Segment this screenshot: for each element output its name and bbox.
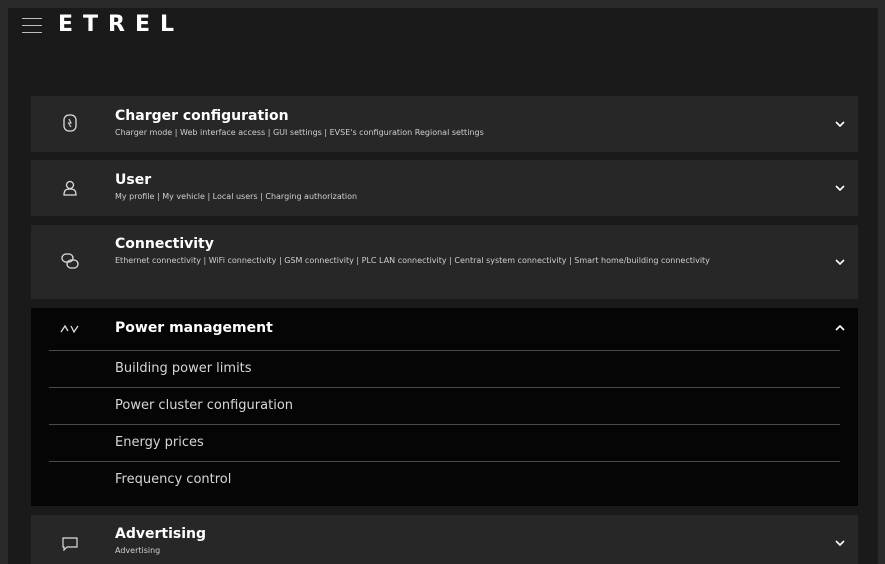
menu-item-label: Power cluster configuration <box>115 398 294 413</box>
menu-item-energy-prices[interactable]: Energy prices <box>49 424 840 461</box>
menu-item-frequency-control[interactable]: Frequency control <box>49 461 840 498</box>
section-subtitle: Advertising <box>115 546 161 555</box>
section-header[interactable]: Charger configuration Charger mode | Web… <box>31 96 858 152</box>
section-header[interactable]: User My profile | My vehicle | Local use… <box>31 160 858 216</box>
menu-item-label: Building power limits <box>115 361 252 376</box>
power-wave-icon <box>59 318 81 340</box>
charger-icon <box>59 112 81 134</box>
section-title: Connectivity <box>115 236 214 252</box>
section-power-management[interactable]: Power management Building power limits P… <box>31 308 858 506</box>
chevron-down-icon[interactable] <box>834 182 846 194</box>
brand-logo: ETREL <box>58 12 185 37</box>
menu-item-building-power-limits[interactable]: Building power limits <box>49 350 840 387</box>
chevron-down-icon[interactable] <box>834 118 846 130</box>
menu-item-label: Energy prices <box>115 435 204 450</box>
menu-item-power-cluster-configuration[interactable]: Power cluster configuration <box>49 387 840 424</box>
user-icon <box>59 177 81 199</box>
section-user[interactable]: User My profile | My vehicle | Local use… <box>31 160 858 216</box>
section-subtitle: Ethernet connectivity | WiFi connectivit… <box>115 256 710 265</box>
top-bar: ETREL <box>8 8 878 48</box>
message-icon <box>59 533 81 555</box>
section-title: Advertising <box>115 526 206 542</box>
section-subtitle: My profile | My vehicle | Local users | … <box>115 192 358 201</box>
link-icon <box>59 250 81 272</box>
section-charger-configuration[interactable]: Charger configuration Charger mode | Web… <box>31 96 858 152</box>
app-window: ETREL Charger configuration Charger mode… <box>8 8 878 564</box>
section-title: User <box>115 172 152 188</box>
chevron-down-icon[interactable] <box>834 256 846 268</box>
section-title: Power management <box>115 320 273 336</box>
section-connectivity[interactable]: Connectivity Ethernet connectivity | WiF… <box>31 225 858 299</box>
chevron-up-icon[interactable] <box>834 322 846 334</box>
menu-icon[interactable] <box>22 18 42 34</box>
section-header[interactable]: Advertising Advertising <box>31 515 858 564</box>
chevron-down-icon[interactable] <box>834 537 846 549</box>
section-header[interactable]: Connectivity Ethernet connectivity | WiF… <box>31 225 858 299</box>
menu-item-label: Frequency control <box>115 472 232 487</box>
section-subtitle: Charger mode | Web interface access | GU… <box>115 128 484 137</box>
section-title: Charger configuration <box>115 108 289 124</box>
section-advertising[interactable]: Advertising Advertising <box>31 515 858 564</box>
section-header[interactable]: Power management <box>31 308 858 350</box>
